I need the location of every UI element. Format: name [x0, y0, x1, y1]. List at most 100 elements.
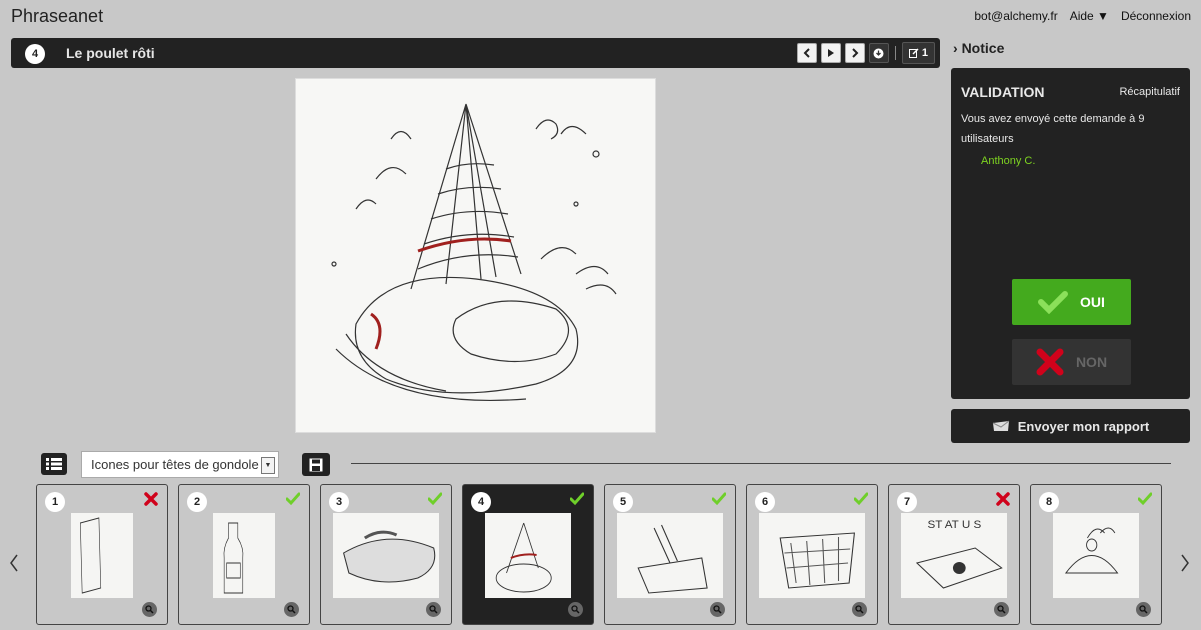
zoom-button[interactable] [142, 602, 157, 617]
validation-message: Vous avez envoyé cette demande à 9 utili… [961, 113, 1145, 145]
validation-title: VALIDATION [961, 84, 1045, 100]
download-button[interactable] [868, 43, 889, 63]
chevron-left-icon [10, 554, 18, 572]
validation-panel: VALIDATION Récapitulatif Vous avez envoy… [951, 68, 1190, 399]
svg-text:ST AT U S: ST AT U S [928, 519, 982, 531]
approved-check-icon [286, 492, 300, 506]
thumbnail-number: 3 [329, 492, 349, 512]
reject-label: NON [1075, 354, 1108, 370]
reject-button[interactable]: NON [1012, 339, 1131, 385]
scroll-right-button[interactable] [1180, 554, 1190, 578]
magnifier-icon [997, 605, 1006, 614]
thumbnail-item[interactable]: 8 [1030, 484, 1162, 625]
thumbnail-image [333, 513, 439, 598]
thumbnail-number: 7 [897, 492, 917, 512]
record-header-bar: 4 Le poulet rôti 1 [11, 38, 940, 68]
envelope-icon [992, 420, 1010, 431]
approved-check-icon [854, 492, 868, 506]
notice-toggle[interactable]: › Notice [953, 40, 1004, 56]
user-email-link[interactable]: bot@alchemy.fr [974, 9, 1057, 23]
approve-label: OUI [1080, 294, 1105, 310]
chevron-right-icon: › [953, 40, 958, 56]
floppy-disk-icon [309, 458, 323, 471]
app-title: Phraseanet [11, 6, 104, 26]
basket-select-value: Icones pour têtes de gondoles [91, 457, 259, 472]
rejected-cross-icon [144, 492, 158, 506]
thumbnail-item[interactable]: 7 ST AT U S [888, 484, 1020, 625]
notice-label: Notice [961, 40, 1005, 56]
thumbnail-item[interactable]: 1 [36, 484, 168, 625]
zoom-button[interactable] [1136, 602, 1151, 617]
edit-icon [908, 48, 919, 58]
magnifier-icon [855, 605, 864, 614]
approved-check-icon [428, 492, 442, 506]
list-view-button[interactable] [41, 453, 67, 475]
thumbnail-image [485, 513, 571, 598]
zoom-button[interactable] [426, 602, 441, 617]
separator [894, 46, 896, 60]
thumbnail-image [759, 513, 865, 598]
zoom-button[interactable] [284, 602, 299, 617]
divider [351, 463, 1171, 464]
next-button[interactable] [844, 43, 865, 63]
approved-check-icon [1138, 492, 1152, 506]
thumbnail-image [71, 513, 133, 598]
record-nav-buttons: 1 [796, 42, 935, 64]
approved-check-icon [570, 492, 584, 506]
approve-button[interactable]: OUI [1012, 279, 1131, 325]
basket-select[interactable]: Icones pour têtes de gondoles ▼ [81, 451, 279, 478]
edit-button[interactable]: 1 [901, 42, 935, 64]
list-icon [46, 458, 62, 470]
thumbnail-number: 5 [613, 492, 633, 512]
rejected-cross-icon [996, 492, 1010, 506]
chevron-left-icon [803, 48, 810, 58]
zoom-button[interactable] [710, 602, 725, 617]
thumbnail-number: 2 [187, 492, 207, 512]
summary-link[interactable]: Récapitulatif [1119, 86, 1180, 98]
magnifier-icon [287, 605, 296, 614]
edit-count: 1 [921, 47, 928, 59]
magnifier-icon [713, 605, 722, 614]
cross-icon [1036, 348, 1064, 376]
scroll-left-button[interactable] [9, 554, 19, 578]
thumbnail-image [617, 513, 723, 598]
chevron-right-icon [1181, 554, 1189, 572]
dropdown-arrow-icon: ▼ [261, 457, 275, 474]
thumbnail-image [1053, 513, 1139, 598]
thumbnail-item[interactable]: 3 [320, 484, 452, 625]
zoom-button[interactable] [852, 602, 867, 617]
magnifier-icon [1139, 605, 1148, 614]
download-circle-icon [873, 48, 884, 58]
validator-user: Anthony C. [981, 155, 1036, 167]
thumbnail-number: 1 [45, 492, 65, 512]
party-hat-chicken-sketch [331, 103, 617, 402]
thumbnail-image [213, 513, 275, 598]
check-icon [1038, 291, 1069, 314]
record-preview-image [295, 78, 656, 433]
thumbnail-number: 6 [755, 492, 775, 512]
record-title: Le poulet rôti [66, 45, 155, 61]
chevron-right-icon [852, 48, 859, 58]
thumbnail-item[interactable]: 5 [604, 484, 736, 625]
send-report-label: Envoyer mon rapport [1017, 418, 1150, 434]
magnifier-icon [429, 605, 438, 614]
top-nav: bot@alchemy.fr Aide ▼ Déconnexion [974, 9, 1191, 23]
play-button[interactable] [820, 43, 841, 63]
thumbnail-item[interactable]: 2 [178, 484, 310, 625]
zoom-button[interactable] [994, 602, 1009, 617]
approved-check-icon [712, 492, 726, 506]
thumbnail-image: ST AT U S [901, 513, 1007, 598]
send-report-button[interactable]: Envoyer mon rapport [951, 409, 1190, 443]
save-button[interactable] [302, 453, 330, 476]
play-icon [827, 49, 834, 57]
magnifier-icon [571, 605, 580, 614]
zoom-button[interactable] [568, 602, 583, 617]
thumbnail-number: 4 [471, 492, 491, 512]
record-number-badge: 4 [25, 44, 45, 64]
previous-button[interactable] [796, 43, 817, 63]
magnifier-icon [145, 605, 154, 614]
logout-link[interactable]: Déconnexion [1121, 9, 1191, 23]
thumbnail-item[interactable]: 4 [462, 484, 594, 625]
thumbnail-item[interactable]: 6 [746, 484, 878, 625]
help-menu[interactable]: Aide ▼ [1070, 9, 1109, 23]
